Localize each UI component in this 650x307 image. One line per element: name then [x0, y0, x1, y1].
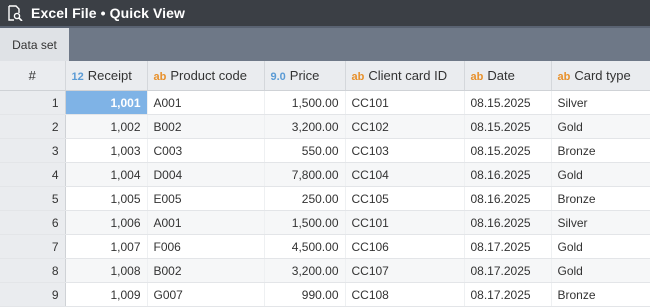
cell-receipt[interactable]: 1,003 — [65, 138, 148, 163]
text-type-icon: ab — [153, 71, 167, 83]
column-header-price[interactable]: 9.0 Price — [264, 61, 346, 91]
row-number: 8 — [0, 258, 66, 283]
cell-client-card-id[interactable]: CC103 — [345, 138, 465, 163]
cell-product-code[interactable]: F006 — [147, 234, 265, 259]
row-number: 6 — [0, 210, 66, 235]
row-number: 3 — [0, 138, 66, 163]
row-number: 4 — [0, 162, 66, 187]
cell-date[interactable]: 08.16.2025 — [464, 210, 552, 235]
cell-client-card-id[interactable]: CC102 — [345, 114, 465, 139]
table-row[interactable]: 7 1,007 F006 4,500.00 CC106 08.17.2025 Gold — [0, 234, 650, 259]
table-row[interactable]: 5 1,005 E005 250.00 CC105 08.16.2025 Bronze — [0, 186, 650, 211]
text-type-icon: ab — [351, 71, 365, 83]
cell-product-code[interactable]: B002 — [147, 114, 265, 139]
table-row[interactable]: 4 1,004 D004 7,800.00 CC104 08.16.2025 Gold — [0, 162, 650, 187]
cell-card-type[interactable]: Bronze — [551, 186, 650, 211]
row-number: 7 — [0, 234, 66, 259]
integer-type-icon: 12 — [71, 71, 84, 83]
cell-card-type[interactable]: Gold — [551, 114, 650, 139]
header-row: # 12 Receipt ab Product code 9.0 Price ab Cl… — [0, 61, 650, 91]
cell-product-code[interactable]: D004 — [147, 162, 265, 187]
data-grid: # 12 Receipt ab Product code 9.0 Price ab Cl… — [0, 61, 650, 307]
cell-card-type[interactable]: Gold — [551, 162, 650, 187]
row-number: 2 — [0, 114, 66, 139]
cell-product-code[interactable]: E005 — [147, 186, 265, 211]
cell-receipt[interactable]: 1,005 — [65, 186, 148, 211]
title-bar: Excel File • Quick View — [0, 0, 650, 26]
cell-receipt[interactable]: 1,001 — [65, 90, 148, 115]
cell-date[interactable]: 08.17.2025 — [464, 282, 552, 307]
cell-receipt[interactable]: 1,007 — [65, 234, 148, 259]
cell-card-type[interactable]: Bronze — [551, 282, 650, 307]
cell-receipt[interactable]: 1,009 — [65, 282, 148, 307]
text-type-icon: ab — [470, 71, 484, 83]
decimal-type-icon: 9.0 — [270, 71, 286, 83]
cell-card-type[interactable]: Silver — [551, 210, 650, 235]
cell-client-card-id[interactable]: CC106 — [345, 234, 465, 259]
cell-price[interactable]: 1,500.00 — [264, 90, 346, 115]
cell-receipt[interactable]: 1,004 — [65, 162, 148, 187]
cell-price[interactable]: 250.00 — [264, 186, 346, 211]
cell-client-card-id[interactable]: CC104 — [345, 162, 465, 187]
tab-bar: Data set — [0, 26, 650, 61]
cell-card-type[interactable]: Gold — [551, 258, 650, 283]
cell-date[interactable]: 08.15.2025 — [464, 90, 552, 115]
cell-date[interactable]: 08.16.2025 — [464, 162, 552, 187]
cell-product-code[interactable]: G007 — [147, 282, 265, 307]
cell-price[interactable]: 550.00 — [264, 138, 346, 163]
cell-card-type[interactable]: Silver — [551, 90, 650, 115]
cell-receipt[interactable]: 1,002 — [65, 114, 148, 139]
cell-date[interactable]: 08.15.2025 — [464, 114, 552, 139]
table-row[interactable]: 2 1,002 B002 3,200.00 CC102 08.15.2025 Gold — [0, 114, 650, 139]
cell-client-card-id[interactable]: CC108 — [345, 282, 465, 307]
column-header-product-code[interactable]: ab Product code — [147, 61, 265, 91]
row-number: 1 — [0, 90, 66, 115]
cell-client-card-id[interactable]: CC107 — [345, 258, 465, 283]
cell-receipt[interactable]: 1,008 — [65, 258, 148, 283]
cell-client-card-id[interactable]: CC105 — [345, 186, 465, 211]
cell-price[interactable]: 1,500.00 — [264, 210, 346, 235]
cell-product-code[interactable]: A001 — [147, 90, 265, 115]
column-header-index[interactable]: # — [0, 61, 66, 91]
cell-product-code[interactable]: A001 — [147, 210, 265, 235]
cell-price[interactable]: 7,800.00 — [264, 162, 346, 187]
column-header-card-type[interactable]: ab Card type — [551, 61, 650, 91]
cell-date[interactable]: 08.15.2025 — [464, 138, 552, 163]
cell-client-card-id[interactable]: CC101 — [345, 210, 465, 235]
table-row[interactable]: 9 1,009 G007 990.00 CC108 08.17.2025 Bronze — [0, 282, 650, 307]
cell-card-type[interactable]: Bronze — [551, 138, 650, 163]
search-document-icon — [7, 5, 23, 21]
cell-card-type[interactable]: Gold — [551, 234, 650, 259]
cell-product-code[interactable]: C003 — [147, 138, 265, 163]
table-row[interactable]: 6 1,006 A001 1,500.00 CC101 08.16.2025 Silver — [0, 210, 650, 235]
cell-date[interactable]: 08.17.2025 — [464, 258, 552, 283]
window-title: Excel File • Quick View — [31, 5, 186, 21]
column-header-client-card-id[interactable]: ab Client card ID — [345, 61, 465, 91]
cell-price[interactable]: 4,500.00 — [264, 234, 346, 259]
cell-price[interactable]: 3,200.00 — [264, 258, 346, 283]
cell-date[interactable]: 08.17.2025 — [464, 234, 552, 259]
cell-product-code[interactable]: B002 — [147, 258, 265, 283]
cell-receipt[interactable]: 1,006 — [65, 210, 148, 235]
table-row[interactable]: 3 1,003 C003 550.00 CC103 08.15.2025 Bronze — [0, 138, 650, 163]
row-number: 5 — [0, 186, 66, 211]
row-number: 9 — [0, 282, 66, 307]
table-row[interactable]: 8 1,008 B002 3,200.00 CC107 08.17.2025 Gold — [0, 258, 650, 283]
table-row[interactable]: 1 1,001 A001 1,500.00 CC101 08.15.2025 Silver — [0, 90, 650, 115]
text-type-icon: ab — [557, 71, 571, 83]
tab-data-set[interactable]: Data set — [0, 28, 69, 61]
cell-client-card-id[interactable]: CC101 — [345, 90, 465, 115]
cell-date[interactable]: 08.16.2025 — [464, 186, 552, 211]
cell-price[interactable]: 3,200.00 — [264, 114, 346, 139]
column-header-receipt[interactable]: 12 Receipt — [65, 61, 148, 91]
cell-price[interactable]: 990.00 — [264, 282, 346, 307]
column-header-date[interactable]: ab Date — [464, 61, 552, 91]
